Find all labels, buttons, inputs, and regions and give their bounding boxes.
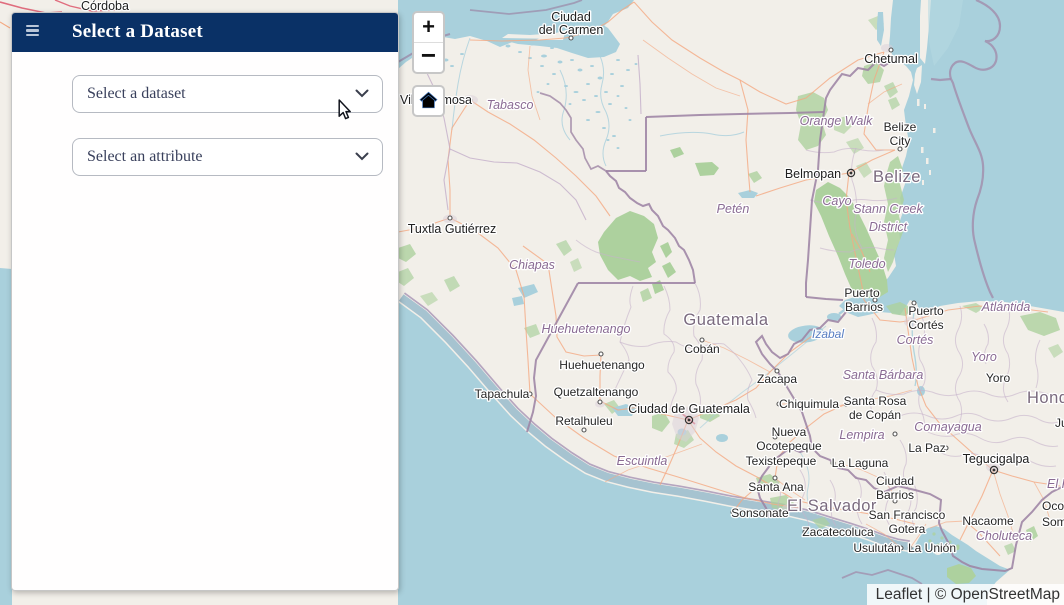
svg-text:Tegucigalpa: Tegucigalpa xyxy=(963,452,1030,466)
svg-text:Cobán: Cobán xyxy=(684,342,719,356)
svg-text:Santa Ana: Santa Ana xyxy=(748,480,804,494)
svg-text:Izabal: Izabal xyxy=(812,327,844,341)
svg-text:Zacatecoluca: Zacatecoluca xyxy=(802,525,874,539)
svg-text:Puerto: Puerto xyxy=(908,304,944,318)
svg-text:Ciudad: Ciudad xyxy=(551,10,591,24)
svg-text:San Francisco: San Francisco xyxy=(869,508,946,522)
svg-text:Belize: Belize xyxy=(873,168,921,186)
svg-text:Quetzaltenango: Quetzaltenango xyxy=(554,385,639,399)
svg-text:Chetumal: Chetumal xyxy=(864,52,918,66)
svg-text:Huehuetenango: Huehuetenango xyxy=(559,358,645,372)
svg-text:Cortés: Cortés xyxy=(908,318,943,332)
svg-text:Gotera: Gotera xyxy=(889,522,926,536)
svg-text:Belmopan: Belmopan xyxy=(785,167,841,181)
svg-text:Santa Bárbara: Santa Bárbara xyxy=(843,368,924,382)
svg-text:Ciudad de Guatemala: Ciudad de Guatemala xyxy=(628,402,750,416)
svg-text:Cayo: Cayo xyxy=(822,194,851,208)
svg-text:de Copán: de Copán xyxy=(849,408,901,422)
svg-text:Somot: Somot xyxy=(1042,515,1064,529)
svg-text:Texistepeque: Texistepeque xyxy=(746,454,817,468)
svg-text:Lempira: Lempira xyxy=(839,428,884,442)
svg-text:Tuxtla Gutiérrez: Tuxtla Gutiérrez xyxy=(408,222,496,236)
svg-text:Cortés: Cortés xyxy=(897,333,934,347)
svg-text:La Paz: La Paz xyxy=(908,441,945,455)
svg-text:Huehuetenango: Huehuetenango xyxy=(542,322,631,336)
svg-text:Ciudad: Ciudad xyxy=(876,474,914,488)
svg-text:Nacaome: Nacaome xyxy=(962,514,1014,528)
svg-text:Puerto: Puerto xyxy=(844,286,880,300)
svg-text:Comayagua: Comayagua xyxy=(914,420,981,434)
svg-text:Stann Creek: Stann Creek xyxy=(853,202,923,216)
svg-text:La Unión: La Unión xyxy=(908,541,956,555)
svg-text:El Paraí: El Paraí xyxy=(1047,477,1064,491)
svg-text:Chiapas: Chiapas xyxy=(509,258,555,272)
svg-text:Barrios: Barrios xyxy=(876,488,914,502)
svg-text:Sonsonate: Sonsonate xyxy=(731,506,789,520)
svg-text:Barrios: Barrios xyxy=(845,300,883,314)
svg-text:Chiquimula: Chiquimula xyxy=(779,397,839,411)
svg-text:Choluteca: Choluteca xyxy=(976,529,1032,543)
svg-text:Santa Rosa: Santa Rosa xyxy=(844,394,907,408)
svg-text:Yoro: Yoro xyxy=(971,350,997,364)
svg-text:El Salvador: El Salvador xyxy=(787,497,877,515)
svg-text:Ocota: Ocota xyxy=(1042,499,1064,513)
svg-text:Atlántida: Atlántida xyxy=(981,300,1031,314)
svg-text:del Carmen: del Carmen xyxy=(539,23,604,37)
svg-text:Zacapa: Zacapa xyxy=(757,372,797,386)
svg-text:Usulután: Usulután xyxy=(853,541,900,555)
svg-text:Orange Walk: Orange Walk xyxy=(800,114,873,128)
svg-text:La Laguna: La Laguna xyxy=(832,456,889,470)
svg-text:City: City xyxy=(890,134,911,148)
svg-text:Toledo: Toledo xyxy=(848,257,885,271)
svg-text:Nueva: Nueva xyxy=(772,425,807,439)
svg-text:Escuintla: Escuintla xyxy=(617,454,668,468)
svg-text:Ocotepeque: Ocotepeque xyxy=(756,439,822,453)
svg-text:District: District xyxy=(869,220,908,234)
svg-text:Retalhuleu: Retalhuleu xyxy=(555,414,612,428)
svg-text:Belize: Belize xyxy=(884,120,917,134)
svg-text:Guatemala: Guatemala xyxy=(683,311,769,329)
svg-text:Tabasco: Tabasco xyxy=(487,98,534,112)
svg-text:Jut: Jut xyxy=(1055,416,1064,430)
svg-text:Hondu: Hondu xyxy=(1027,389,1064,407)
svg-text:Yoro: Yoro xyxy=(986,371,1011,385)
svg-text:Tapachula: Tapachula xyxy=(475,387,530,401)
svg-text:Petén: Petén xyxy=(717,202,750,216)
